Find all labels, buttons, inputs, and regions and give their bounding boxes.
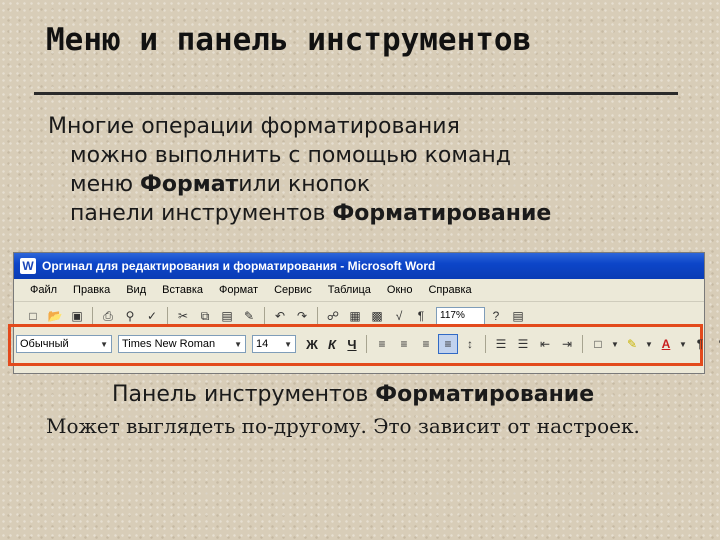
italic-button[interactable]: К [322, 337, 342, 352]
chevron-down-icon: ▼ [284, 339, 292, 349]
undo-icon[interactable]: ↶ [270, 306, 290, 326]
formatting-toolbar-name: Форматирование [332, 201, 552, 226]
help-icon[interactable]: ? [486, 306, 506, 326]
chevron-down-icon[interactable]: ▼ [678, 334, 688, 354]
formatting-toolbar: Обычный ▼ Times New Roman ▼ 14 ▼ Ж К Ч ≡… [16, 331, 720, 357]
save-icon[interactable]: ▣ [67, 306, 87, 326]
read-mode-icon[interactable]: ▤ [508, 306, 528, 326]
screenshot-caption: Панель инструментов Форматирование [112, 382, 594, 407]
toolbar-separator [485, 335, 486, 353]
body-line-4: панели инструментов Форматирование [48, 199, 688, 228]
numbered-list-icon[interactable]: ☰ [491, 334, 511, 354]
borders-icon[interactable]: □ [588, 334, 608, 354]
toolbar-separator [582, 335, 583, 353]
bold-button[interactable]: Ж [302, 337, 322, 352]
menu-table[interactable]: Таблица [320, 284, 379, 296]
zoom-select[interactable]: 117% [436, 307, 485, 325]
body-text: Многие операции форматирования можно вып… [48, 112, 688, 228]
window-title: Оргинал для редактирования и форматирова… [42, 259, 436, 273]
justify-icon[interactable]: ≡ [438, 334, 458, 354]
menu-help[interactable]: Справка [420, 284, 479, 296]
style-select[interactable]: Обычный ▼ [16, 335, 112, 353]
spelling-icon[interactable]: ✓ [142, 306, 162, 326]
word-app-icon: W [20, 258, 36, 274]
increase-indent-icon[interactable]: ⇥ [557, 334, 577, 354]
align-right-icon[interactable]: ≡ [416, 334, 436, 354]
window-titlebar: W Оргинал для редактирования и форматиро… [14, 253, 704, 279]
font-size-value: 14 [256, 338, 269, 350]
toolbar-separator [264, 307, 265, 325]
menu-view[interactable]: Вид [118, 284, 154, 296]
toolbar-separator [92, 307, 93, 325]
style-select-value: Обычный [20, 338, 69, 350]
toolbar-separator [167, 307, 168, 325]
equation-icon[interactable]: √ [389, 306, 409, 326]
menu-bar: Файл Правка Вид Вставка Формат Сервис Та… [14, 279, 704, 302]
line-spacing-icon[interactable]: ↕ [460, 334, 480, 354]
align-left-icon[interactable]: ≡ [372, 334, 392, 354]
menu-insert[interactable]: Вставка [154, 284, 211, 296]
slide-title: Меню и панель инструментов [46, 22, 532, 58]
ltr-icon[interactable]: ¶ [712, 334, 720, 354]
menu-format[interactable]: Формат [211, 284, 266, 296]
chevron-down-icon[interactable]: ▼ [644, 334, 654, 354]
align-center-icon[interactable]: ≡ [394, 334, 414, 354]
title-divider [34, 92, 678, 95]
chevron-down-icon: ▼ [100, 339, 108, 349]
cut-icon[interactable]: ✂ [173, 306, 193, 326]
pilcrow-icon[interactable]: ¶ [411, 306, 431, 326]
caption-toolbar-name: Форматирование [375, 382, 595, 407]
chevron-down-icon[interactable]: ▼ [610, 334, 620, 354]
body-line-3-prefix: меню [70, 172, 141, 197]
body-line-1: Многие операции форматирования [48, 114, 460, 139]
caption-prefix: Панель инструментов [112, 382, 376, 407]
format-painter-icon[interactable]: ✎ [239, 306, 259, 326]
menu-tools[interactable]: Сервис [266, 284, 320, 296]
format-menu-name: Формат [140, 172, 239, 197]
open-folder-icon[interactable]: 📂 [45, 306, 65, 326]
underline-button[interactable]: Ч [342, 337, 362, 352]
bulleted-list-icon[interactable]: ☰ [513, 334, 533, 354]
menu-edit[interactable]: Правка [65, 284, 118, 296]
font-size-select[interactable]: 14 ▼ [252, 335, 296, 353]
chevron-down-icon: ▼ [234, 339, 242, 349]
settings-note: Может выглядеть по-другому. Это зависит … [46, 414, 640, 438]
highlight-pen-icon[interactable]: ✎ [622, 334, 642, 354]
tables-borders-icon[interactable]: ▦ [345, 306, 365, 326]
body-line-3-suffix: или кнопок [238, 172, 371, 197]
menu-file[interactable]: Файл [22, 284, 65, 296]
print-icon[interactable]: ⎙ [98, 306, 118, 326]
body-line-2: можно выполнить с помощью команд [70, 143, 512, 168]
toolbar-separator [366, 335, 367, 353]
copy-icon[interactable]: ⧉ [195, 306, 215, 326]
redo-icon[interactable]: ↷ [292, 306, 312, 326]
font-select-value: Times New Roman [122, 338, 216, 350]
paste-icon[interactable]: ▤ [217, 306, 237, 326]
print-preview-icon[interactable]: ⚲ [120, 306, 140, 326]
rtl-icon[interactable]: ¶ [690, 334, 710, 354]
font-select[interactable]: Times New Roman ▼ [118, 335, 246, 353]
menu-window[interactable]: Окно [379, 284, 421, 296]
font-color-icon[interactable]: A [656, 334, 676, 354]
body-line-4-prefix: панели инструментов [70, 201, 333, 226]
hyperlink-icon[interactable]: ☍ [323, 306, 343, 326]
body-line-3: меню Форматили кнопок [48, 170, 688, 199]
insert-table-icon[interactable]: ▩ [367, 306, 387, 326]
decrease-indent-icon[interactable]: ⇤ [535, 334, 555, 354]
toolbar-separator [317, 307, 318, 325]
new-document-icon[interactable]: □ [23, 306, 43, 326]
